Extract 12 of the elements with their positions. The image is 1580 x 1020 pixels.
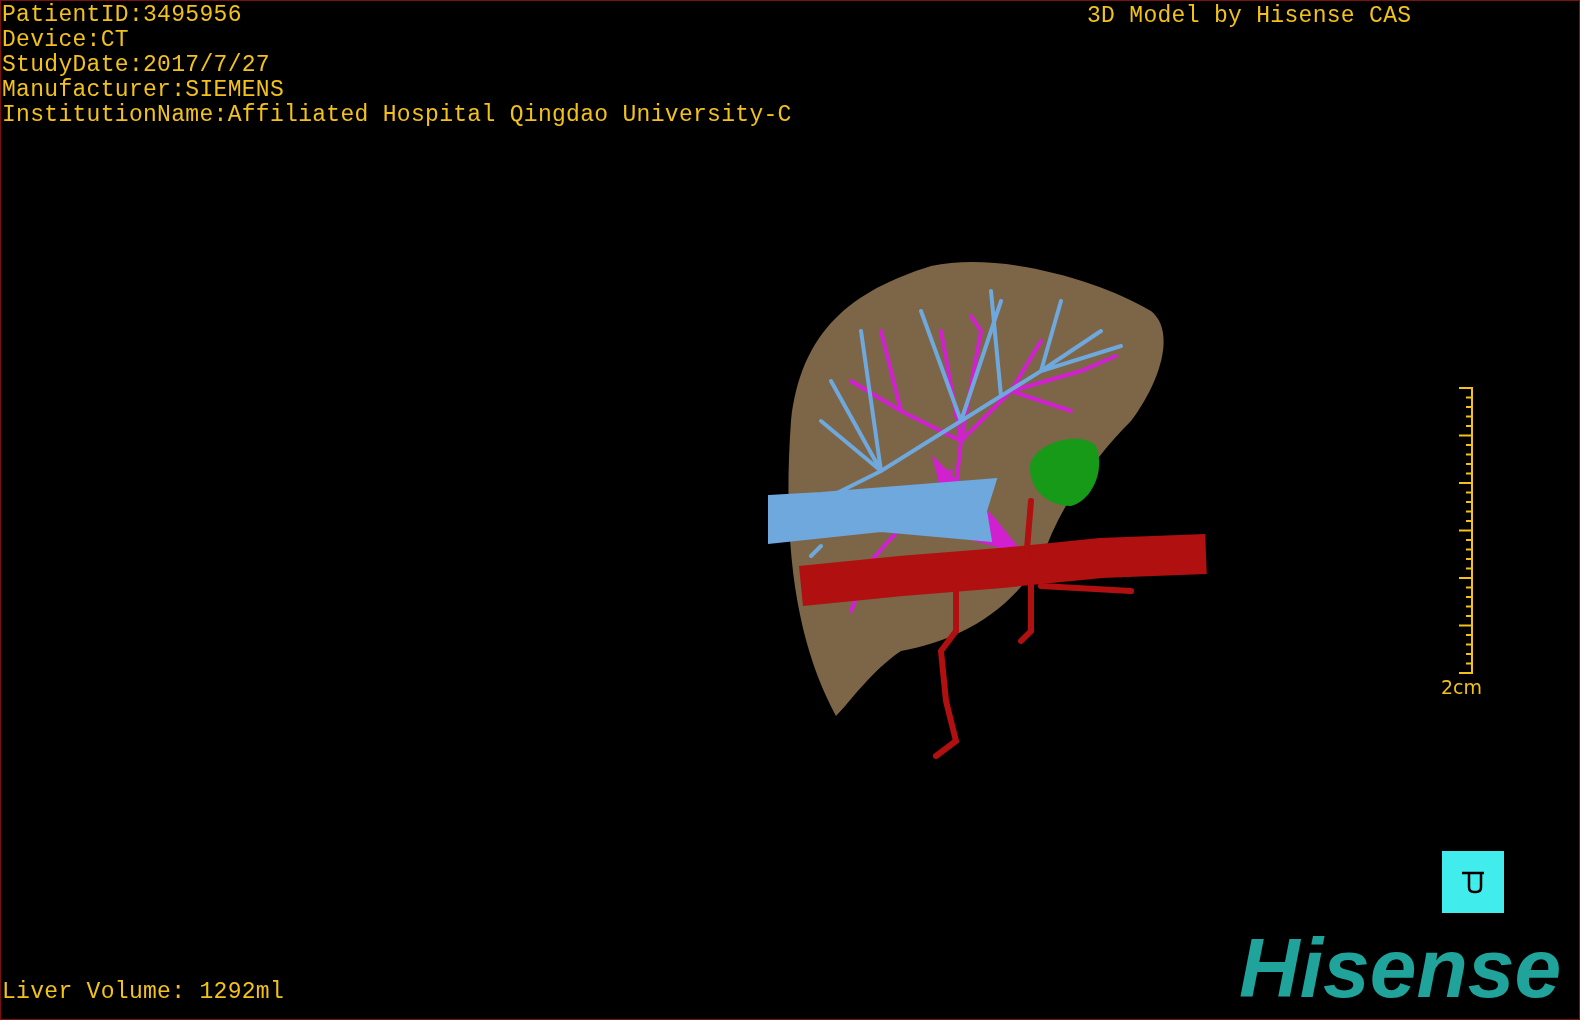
patient-info-text: InstitutionName:Affiliated Hospital Qingdao University-C xyxy=(2,103,792,128)
shield-icon xyxy=(1460,869,1486,895)
orientation-button[interactable] xyxy=(1442,851,1504,913)
liver-volume-text: Liver Volume: 1292ml xyxy=(2,980,285,1005)
scale-label: 2cm xyxy=(1441,676,1483,698)
brand-logo: Hisense xyxy=(1239,923,1562,1013)
viewer-title: 3D Model by Hisense CAS xyxy=(1087,4,1412,29)
patient-info-text: Device:CT xyxy=(2,28,130,53)
patient-info-text: Manufacturer:SIEMENS xyxy=(2,78,286,103)
patient-info-text: PatientID:3495956 xyxy=(2,3,243,28)
scale-bar-icon xyxy=(1458,386,1475,676)
patient-info-text: StudyDate:2017/7/27 xyxy=(2,53,271,78)
